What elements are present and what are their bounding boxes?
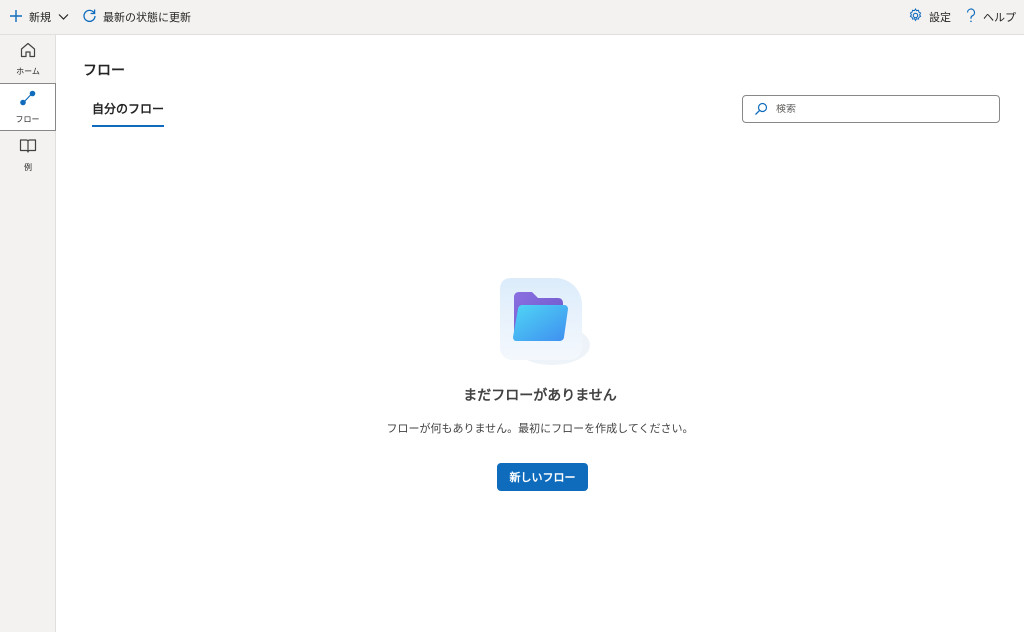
search-icon [754,102,768,116]
tab-my-flows[interactable]: 自分のフロー [92,100,165,127]
settings-button[interactable]: 設定 [908,0,951,35]
question-icon [965,8,977,26]
help-button-label: ヘルプ [983,11,1016,24]
sidebar: ホーム フロー 例 [0,35,56,632]
toolbar-right-group: 設定 ヘルプ [908,0,1024,35]
sidebar-item-label: フロー [15,115,40,124]
book-icon [19,137,37,159]
refresh-icon [82,8,97,26]
sidebar-item-label: 例 [24,163,32,172]
main-content: フロー 自分のフロー 検索 まだフローがありません フローが何もありません。最初… [56,35,1024,632]
sidebar-item-label: ホーム [16,67,40,76]
sidebar-item-home[interactable]: ホーム [0,35,56,83]
new-button-label: 新規 [29,11,51,24]
empty-state-title: まだフローがありません [463,388,617,404]
refresh-button-label: 最新の状態に更新 [103,11,191,24]
flow-icon [19,89,37,111]
empty-state-description: フローが何もありません。最初にフローを作成してください。 [386,422,694,435]
empty-state-illustration [494,275,594,374]
sidebar-item-flows[interactable]: フロー [0,83,56,131]
search-box[interactable] [742,95,1000,123]
chevron-down-icon[interactable] [58,11,69,24]
sidebar-item-examples[interactable]: 例 [0,131,56,179]
plus-icon [9,9,23,26]
tab-label: 自分のフロー [92,102,165,116]
help-button[interactable]: ヘルプ [965,0,1016,35]
search-input[interactable] [776,103,976,115]
refresh-button[interactable]: 最新の状態に更新 [82,0,191,35]
tab-active-indicator [92,125,165,127]
gear-icon [908,8,923,26]
settings-button-label: 設定 [929,11,951,24]
new-flow-button[interactable]: 新しいフロー [497,463,588,491]
home-icon [19,41,37,63]
top-toolbar: 新規 最新の状態に更新 設定 ヘルプ [0,0,1024,35]
folder-icon [494,278,594,374]
new-button[interactable]: 新規 [9,0,69,35]
page-title: フロー [83,63,125,79]
